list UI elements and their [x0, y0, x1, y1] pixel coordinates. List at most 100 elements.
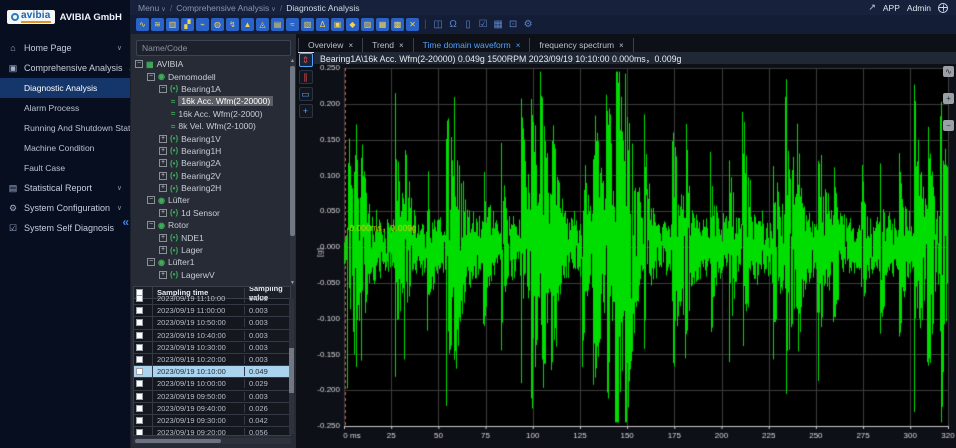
- table-row[interactable]: 2023/09/19 10:30:00 0.003: [134, 341, 290, 354]
- table-row[interactable]: 2023/09/19 10:40:00 0.003: [134, 329, 290, 342]
- row-checkbox[interactable]: [135, 429, 143, 435]
- bode-plot-icon[interactable]: Δ: [316, 18, 329, 31]
- table-row[interactable]: 2023/09/19 09:50:00 0.003: [134, 390, 290, 403]
- settings-gear-icon[interactable]: ⚙: [522, 18, 535, 31]
- trend-icon[interactable]: ≈: [286, 18, 299, 31]
- table-row[interactable]: 2023/09/19 09:40:00 0.026: [134, 402, 290, 415]
- task-check-icon[interactable]: ☑: [477, 18, 490, 31]
- tree-node-nde1[interactable]: + (•) NDE1: [131, 231, 291, 243]
- zoom-out-button[interactable]: −: [943, 120, 954, 131]
- polar-plot-icon[interactable]: ◬: [256, 18, 269, 31]
- tree-node-bearing2v[interactable]: + (•) Bearing2V: [131, 170, 291, 182]
- alarm-bell-icon[interactable]: Ω: [447, 18, 460, 31]
- time-waveform-icon[interactable]: ∿: [136, 18, 149, 31]
- single-cursor-button[interactable]: ⇕: [298, 53, 313, 67]
- breadcrumb-item[interactable]: Menu ∨: [138, 3, 166, 13]
- tree-node-bearing2h[interactable]: + (•) Bearing2H: [131, 182, 291, 194]
- tab-overview[interactable]: Overview ×: [298, 38, 364, 52]
- tree-node-bearing1v[interactable]: + (•) Bearing1V: [131, 132, 291, 144]
- sidebar-item-running-and-shutdown-status[interactable]: Running And Shutdown Status: [0, 118, 130, 138]
- tree-node-1d-sensor[interactable]: + (•) 1d Sensor: [131, 207, 291, 219]
- row-checkbox[interactable]: [135, 295, 143, 303]
- tree-node-bearing2a[interactable]: + (•) Bearing2A: [131, 157, 291, 169]
- expand-node-icon[interactable]: +: [159, 159, 167, 168]
- search-input[interactable]: [136, 40, 291, 56]
- sidebar-item-system-configuration[interactable]: ⚙ System Configuration ∨: [0, 198, 130, 218]
- tree-node-bearing1h[interactable]: + (•) Bearing1H: [131, 145, 291, 157]
- band-select-button[interactable]: ▭: [298, 87, 313, 101]
- table-scrollbar[interactable]: [289, 298, 294, 434]
- collapse-node-icon[interactable]: −: [147, 258, 155, 267]
- matrix-view-icon[interactable]: ▦: [376, 18, 389, 31]
- collapse-node-icon[interactable]: −: [147, 72, 155, 81]
- tree-node-bearing1a[interactable]: − (•) Bearing1A: [131, 83, 291, 95]
- tree-node-demomodell[interactable]: − ◉ Demomodell: [131, 70, 291, 82]
- collapse-node-icon[interactable]: −: [147, 221, 155, 230]
- expand-node-icon[interactable]: +: [159, 134, 167, 143]
- expand-node-icon[interactable]: +: [159, 233, 167, 242]
- cross-phase-icon[interactable]: ▣: [331, 18, 344, 31]
- table-row[interactable]: 2023/09/19 10:20:00 0.003: [134, 353, 290, 367]
- breadcrumb-item[interactable]: Comprehensive Analysis ∨: [176, 3, 276, 13]
- shaft-centerline-icon[interactable]: ▨: [361, 18, 374, 31]
- tree-node-16k-acc-wfm-2-20000-[interactable]: ≈16k Acc. Wfm(2-20000): [131, 95, 291, 107]
- scroll-up-icon[interactable]: ▲: [290, 58, 295, 64]
- row-checkbox[interactable]: [135, 343, 143, 351]
- language-globe-icon[interactable]: [938, 2, 948, 13]
- tree-node-lagerwv[interactable]: + (•) LagerwV: [131, 269, 291, 281]
- tab-frequency-spectrum[interactable]: frequency spectrum ×: [530, 38, 634, 52]
- sidebar-item-system-self-diagnosis[interactable]: ☑ System Self Diagnosis: [0, 218, 130, 238]
- waterfall-icon[interactable]: ▥: [166, 18, 179, 31]
- tree-scrollbar[interactable]: ▲ ▼: [290, 58, 295, 286]
- nyquist-icon[interactable]: ◆: [346, 18, 359, 31]
- sidebar-item-statistical-report[interactable]: ▤ Statistical Report ∨: [0, 178, 130, 198]
- row-checkbox[interactable]: [135, 404, 143, 412]
- tree-node-rotor[interactable]: − ◉ Rotor: [131, 219, 291, 231]
- close-views-icon[interactable]: ✕: [406, 18, 419, 31]
- collapse-node-icon[interactable]: −: [147, 196, 155, 205]
- fullscreen-icon[interactable]: ↗: [868, 2, 876, 13]
- expand-node-icon[interactable]: +: [159, 270, 167, 279]
- app-menu-button[interactable]: APP: [883, 3, 900, 13]
- close-tab-icon[interactable]: ×: [516, 41, 521, 50]
- tree-node-16k-acc-wfm-2-2000-[interactable]: ≈16k Acc. Wfm(2-2000): [131, 108, 291, 120]
- building-icon[interactable]: ▦: [492, 18, 505, 31]
- expand-node-icon[interactable]: +: [159, 246, 167, 255]
- cascade-icon[interactable]: ▧: [301, 18, 314, 31]
- sidebar-item-diagnostic-analysis[interactable]: Diagnostic Analysis: [0, 78, 130, 98]
- collapse-node-icon[interactable]: −: [135, 60, 143, 69]
- expand-node-icon[interactable]: +: [159, 146, 167, 155]
- waveform-chart[interactable]: [314, 64, 956, 448]
- grid-view-icon[interactable]: ▩: [391, 18, 404, 31]
- pan-button[interactable]: +: [298, 104, 313, 118]
- thermo-icon[interactable]: ▲: [241, 18, 254, 31]
- sidebar-collapse-icon[interactable]: «: [122, 215, 129, 229]
- shock-icon[interactable]: ↯: [226, 18, 239, 31]
- sidebar-item-fault-case[interactable]: Fault Case: [0, 158, 130, 178]
- table-row[interactable]: 2023/09/19 11:10:00 0.003: [134, 293, 290, 306]
- row-checkbox[interactable]: [135, 307, 143, 315]
- row-checkbox[interactable]: [135, 392, 143, 400]
- close-tab-icon[interactable]: ×: [348, 41, 353, 50]
- spectrum-icon[interactable]: ▞: [181, 18, 194, 31]
- expand-node-icon[interactable]: +: [159, 171, 167, 180]
- zoom-in-button[interactable]: +: [943, 93, 954, 104]
- collapse-node-icon[interactable]: −: [159, 84, 167, 93]
- row-checkbox[interactable]: [135, 380, 143, 388]
- table-row[interactable]: 2023/09/19 09:30:00 0.042: [134, 414, 290, 428]
- restore-zoom-button[interactable]: ∿: [943, 66, 954, 77]
- expand-node-icon[interactable]: +: [159, 208, 167, 217]
- sidebar-item-comprehensive-analysis[interactable]: ▣ Comprehensive Analysis ∧: [0, 58, 130, 78]
- row-checkbox[interactable]: [135, 416, 143, 424]
- close-tab-icon[interactable]: ×: [399, 41, 404, 50]
- expand-node-icon[interactable]: +: [159, 184, 167, 193]
- double-cursor-button[interactable]: ∥: [298, 70, 313, 84]
- row-checkbox[interactable]: [135, 319, 143, 327]
- archive-box-icon[interactable]: ▯: [462, 18, 475, 31]
- tab-time-domain-waveform[interactable]: Time domain waveform ×: [414, 38, 531, 52]
- tab-trend[interactable]: Trend ×: [363, 38, 414, 52]
- calendar-plot-icon[interactable]: ▤: [271, 18, 284, 31]
- orbit-icon[interactable]: ◍: [211, 18, 224, 31]
- sidebar-item-home-page[interactable]: ⌂ Home Page ∨: [0, 38, 130, 58]
- table-row[interactable]: 2023/09/19 10:00:00 0.029: [134, 378, 290, 391]
